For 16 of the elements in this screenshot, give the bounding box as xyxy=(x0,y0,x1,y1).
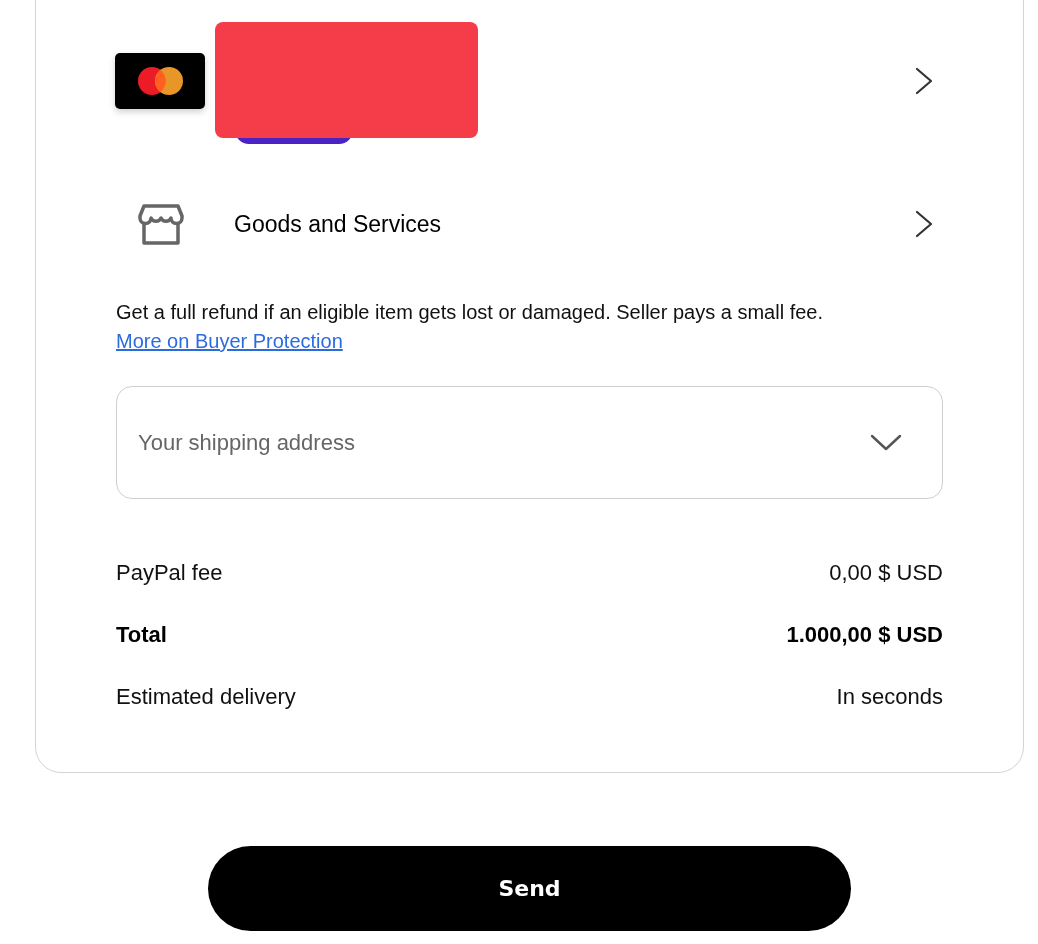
protection-description: Get a full refund if an eligible item gets lost or damaged. Seller pays a small fee. xyxy=(116,300,825,325)
storefront-icon xyxy=(138,202,184,246)
summary-value: In seconds xyxy=(836,683,943,711)
summary-value: 1.000,00 $ USD xyxy=(786,621,943,649)
chevron-down-icon xyxy=(870,434,902,451)
summary-label: Total xyxy=(116,621,167,649)
buyer-protection-link[interactable]: More on Buyer Protection xyxy=(116,330,343,352)
send-button[interactable]: Send xyxy=(208,846,851,931)
chevron-right-icon[interactable] xyxy=(915,210,933,238)
shipping-address-dropdown[interactable]: Your shipping address xyxy=(116,386,943,499)
summary-label: PayPal fee xyxy=(116,559,223,587)
summary-value: 0,00 $ USD xyxy=(829,559,943,587)
summary-label: Estimated delivery xyxy=(116,683,296,711)
card-logo-icon xyxy=(115,53,205,109)
chevron-right-icon[interactable] xyxy=(915,67,933,95)
protection-option-label[interactable]: Goods and Services xyxy=(234,209,442,239)
